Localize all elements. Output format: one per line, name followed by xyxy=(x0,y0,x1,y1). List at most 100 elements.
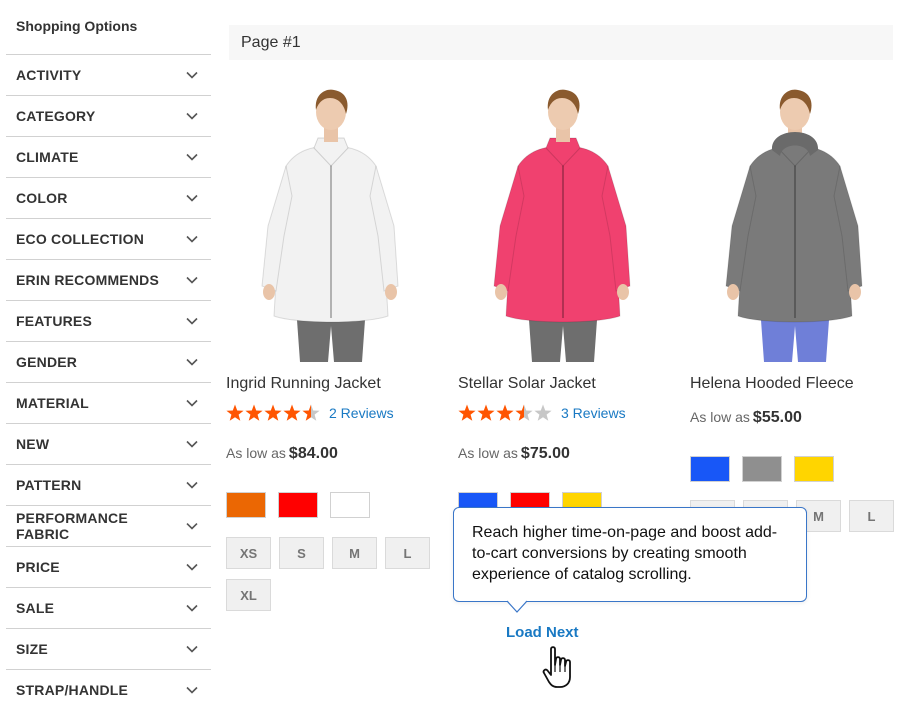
product-price: As low as $75.00 xyxy=(458,445,570,463)
filter-size[interactable]: SIZE xyxy=(6,629,211,670)
product-price: As low as $84.00 xyxy=(226,445,338,463)
filter-label: GENDER xyxy=(16,354,78,370)
color-swatches xyxy=(690,456,846,482)
chevron-down-icon[interactable] xyxy=(185,683,199,697)
product-image[interactable] xyxy=(226,86,436,362)
filter-material[interactable]: MATERIAL xyxy=(6,383,211,424)
filter-label: STRAP/HANDLE xyxy=(16,682,129,698)
product-name-link[interactable]: Helena Hooded Fleece xyxy=(690,375,854,393)
chevron-down-icon[interactable] xyxy=(185,560,199,574)
star-icon xyxy=(302,404,320,421)
product-name-link[interactable]: Ingrid Running Jacket xyxy=(226,375,381,393)
size-option[interactable]: S xyxy=(279,537,324,569)
load-next-tooltip: Reach higher time-on-page and boost add-… xyxy=(453,507,807,602)
color-swatch[interactable] xyxy=(690,456,730,482)
chevron-down-icon[interactable] xyxy=(185,437,199,451)
star-icon xyxy=(458,404,476,421)
product-card: Ingrid Running Jacket 2 Reviews As low as $… xyxy=(226,86,436,611)
product-card: Helena Hooded Fleece As low as $55.00 M L xyxy=(690,86,900,532)
color-swatch[interactable] xyxy=(742,456,782,482)
product-name-link[interactable]: Stellar Solar Jacket xyxy=(458,375,596,393)
product-rating: 3 Reviews xyxy=(458,404,626,422)
chevron-down-icon[interactable] xyxy=(185,642,199,656)
chevron-down-icon[interactable] xyxy=(185,478,199,492)
filter-label: COLOR xyxy=(16,190,68,206)
filter-gender[interactable]: GENDER xyxy=(6,342,211,383)
star-icon xyxy=(264,404,282,421)
star-icon xyxy=(226,404,244,421)
price-value: $84.00 xyxy=(288,445,338,462)
product-image[interactable] xyxy=(458,86,668,362)
chevron-down-icon[interactable] xyxy=(185,273,199,287)
filter-category[interactable]: CATEGORY xyxy=(6,96,211,137)
filter-new[interactable]: NEW xyxy=(6,424,211,465)
filter-label: CLIMATE xyxy=(16,149,79,165)
filter-performance-fabric[interactable]: PERFORMANCE FABRIC xyxy=(6,506,211,547)
product-card: Stellar Solar Jacket 3 Reviews As low as $7… xyxy=(458,86,668,518)
rating-stars xyxy=(458,404,553,422)
filter-strap-handle[interactable]: STRAP/HANDLE xyxy=(6,670,211,704)
filter-list: ACTIVITY CATEGORY CLIMATE COLOR ECO COLLECTI… xyxy=(6,54,211,704)
color-swatches xyxy=(226,492,382,518)
chevron-down-icon[interactable] xyxy=(185,109,199,123)
star-icon xyxy=(245,404,263,421)
chevron-down-icon[interactable] xyxy=(185,191,199,205)
filter-label: PATTERN xyxy=(16,477,82,493)
star-icon xyxy=(534,404,552,421)
chevron-down-icon[interactable] xyxy=(185,519,199,533)
chevron-down-icon[interactable] xyxy=(185,601,199,615)
chevron-down-icon[interactable] xyxy=(185,68,199,82)
page-number-label: Page #1 xyxy=(241,33,301,51)
sidebar-title: Shopping Options xyxy=(16,18,138,34)
reviews-link[interactable]: 2 Reviews xyxy=(329,405,394,421)
filter-label: FEATURES xyxy=(16,313,93,329)
filter-features[interactable]: FEATURES xyxy=(6,301,211,342)
size-option[interactable]: XS xyxy=(226,537,271,569)
price-value: $55.00 xyxy=(752,409,802,426)
filter-price[interactable]: PRICE xyxy=(6,547,211,588)
chevron-down-icon[interactable] xyxy=(185,396,199,410)
filter-label: PERFORMANCE FABRIC xyxy=(16,510,128,542)
filter-label: NEW xyxy=(16,436,50,452)
star-icon xyxy=(496,404,514,421)
filter-label: ECO COLLECTION xyxy=(16,231,145,247)
price-prefix: As low as xyxy=(226,445,286,461)
size-option[interactable]: L xyxy=(849,500,894,532)
filter-label: PRICE xyxy=(16,559,60,575)
tooltip-text: Reach higher time-on-page and boost add-… xyxy=(472,524,778,583)
color-swatch[interactable] xyxy=(226,492,266,518)
star-icon xyxy=(283,404,301,421)
filter-label: MATERIAL xyxy=(16,395,89,411)
filter-pattern[interactable]: PATTERN xyxy=(6,465,211,506)
filter-label: CATEGORY xyxy=(16,108,96,124)
size-option[interactable]: M xyxy=(332,537,377,569)
filter-label: ERIN RECOMMENDS xyxy=(16,272,160,288)
product-price: As low as $55.00 xyxy=(690,409,802,427)
chevron-down-icon[interactable] xyxy=(185,232,199,246)
chevron-down-icon[interactable] xyxy=(185,150,199,164)
filter-label: SALE xyxy=(16,600,55,616)
load-next-button[interactable]: Load Next xyxy=(506,624,579,641)
page-header: Page #1 xyxy=(229,25,893,60)
star-icon xyxy=(515,404,533,421)
filter-label: ACTIVITY xyxy=(16,67,82,83)
tooltip-arrow xyxy=(507,600,527,613)
price-prefix: As low as xyxy=(690,409,750,425)
color-swatch[interactable] xyxy=(330,492,370,518)
filter-erin-recommends[interactable]: ERIN RECOMMENDS xyxy=(6,260,211,301)
color-swatch[interactable] xyxy=(794,456,834,482)
product-image[interactable] xyxy=(690,86,900,362)
filter-color[interactable]: COLOR xyxy=(6,178,211,219)
size-option[interactable]: XL xyxy=(226,579,271,611)
chevron-down-icon[interactable] xyxy=(185,355,199,369)
color-swatch[interactable] xyxy=(278,492,318,518)
chevron-down-icon[interactable] xyxy=(185,314,199,328)
filter-sale[interactable]: SALE xyxy=(6,588,211,629)
size-option[interactable]: L xyxy=(385,537,430,569)
star-icon xyxy=(477,404,495,421)
filter-eco-collection[interactable]: ECO COLLECTION xyxy=(6,219,211,260)
filter-climate[interactable]: CLIMATE xyxy=(6,137,211,178)
reviews-link[interactable]: 3 Reviews xyxy=(561,405,626,421)
filter-activity[interactable]: ACTIVITY xyxy=(6,55,211,96)
hand-pointer-icon xyxy=(542,646,571,688)
